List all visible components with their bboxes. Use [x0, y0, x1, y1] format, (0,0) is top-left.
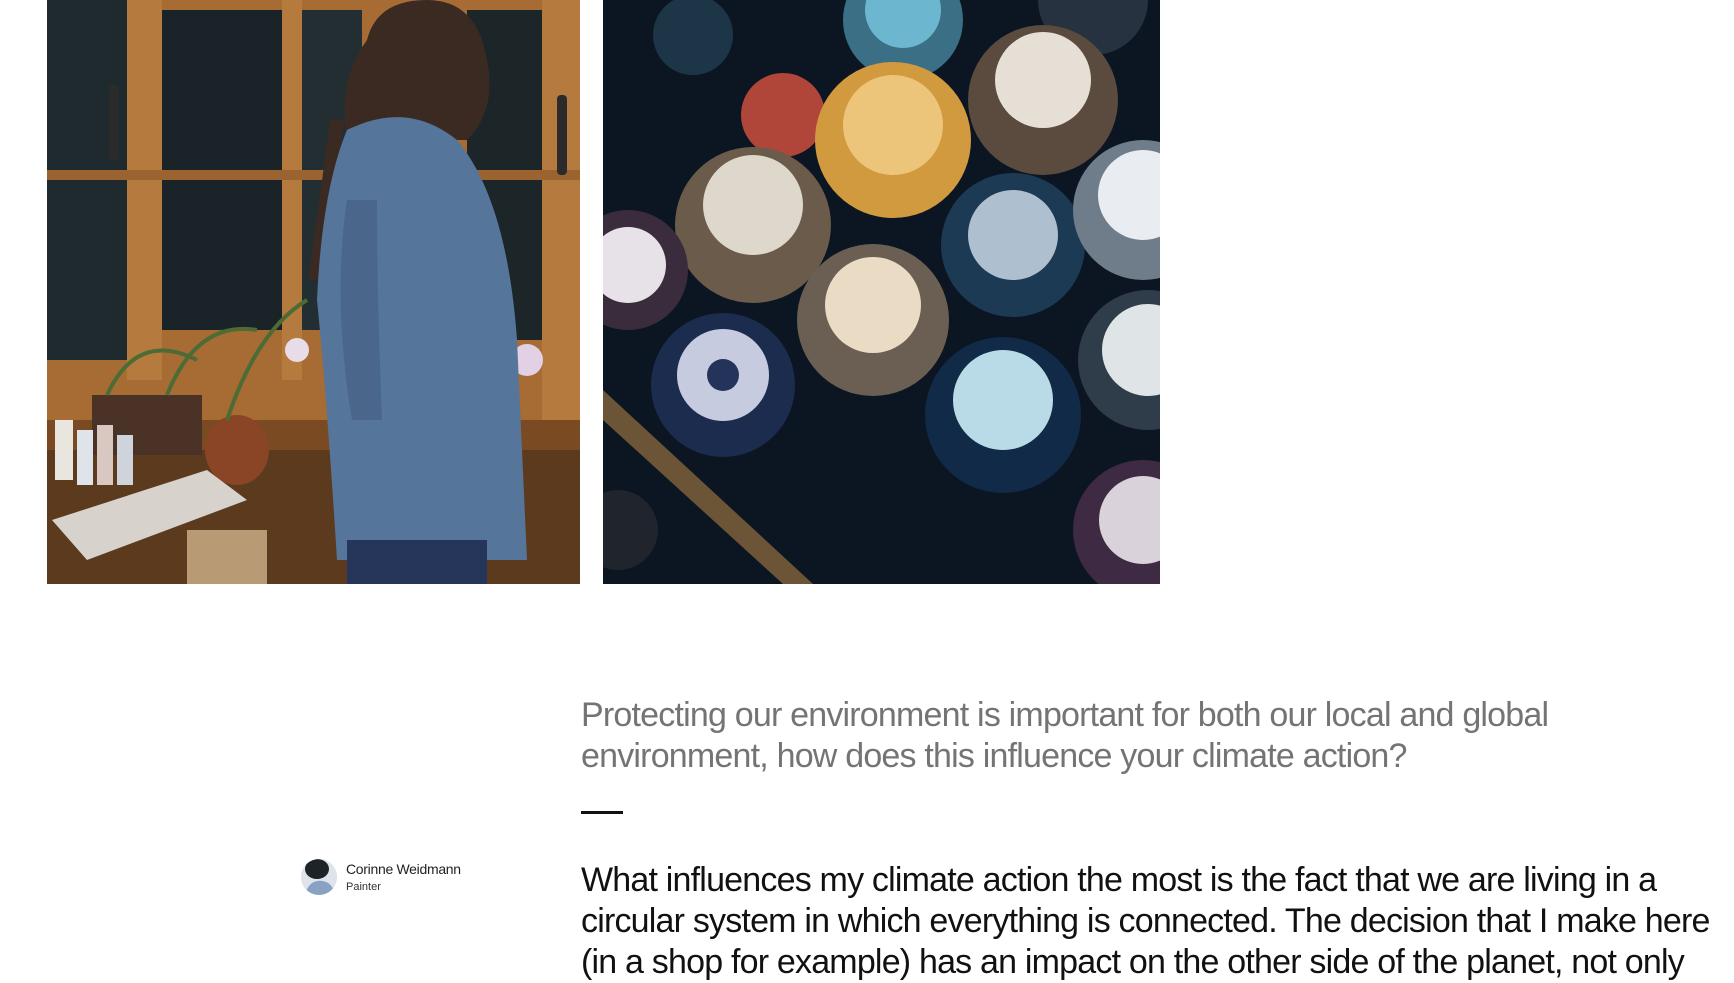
interview-answer: What influences my climate action the mo…	[581, 861, 1710, 981]
avatar-portrait-icon	[301, 859, 337, 895]
avatar	[301, 859, 337, 895]
paint-bottles-illustration	[603, 0, 1160, 584]
divider	[581, 811, 623, 814]
studio-photo	[47, 0, 580, 584]
studio-photo-illustration	[47, 0, 580, 584]
paint-bottles-photo	[603, 0, 1160, 584]
author-byline: Corinne Weidmann Painter	[301, 859, 461, 895]
author-role: Painter	[346, 880, 381, 893]
author-name: Corinne Weidmann	[346, 860, 461, 877]
interview-question: Protecting our environment is important …	[581, 696, 1549, 775]
